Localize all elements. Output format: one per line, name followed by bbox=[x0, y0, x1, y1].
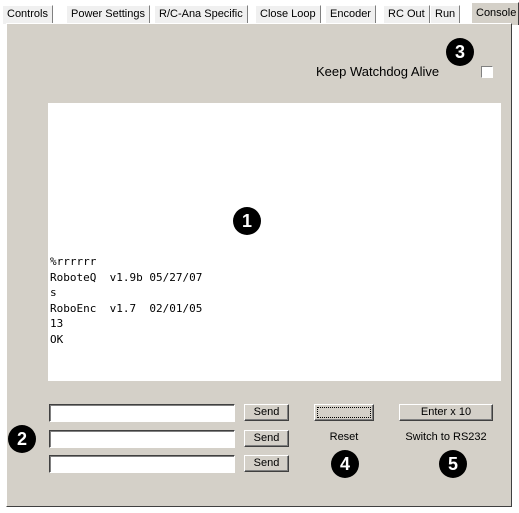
callout-5: 5 bbox=[439, 450, 467, 478]
callout-2: 2 bbox=[8, 425, 36, 453]
tab-power-settings[interactable]: Power Settings bbox=[66, 5, 150, 24]
keep-watchdog-alive-checkbox[interactable] bbox=[481, 66, 493, 78]
keep-watchdog-alive-label: Keep Watchdog Alive bbox=[316, 64, 440, 79]
console-panel: Keep Watchdog Alive %rrrrrr RoboteQ v1.9… bbox=[6, 23, 512, 507]
console-output[interactable]: %rrrrrr RoboteQ v1.9b 05/27/07 s RoboEnc… bbox=[48, 103, 501, 381]
tab-controls[interactable]: Controls bbox=[2, 5, 53, 24]
switch-to-rs232-label: Switch to RS232 bbox=[405, 431, 487, 443]
callout-1: 1 bbox=[233, 207, 261, 235]
command-input-2[interactable] bbox=[49, 430, 235, 448]
command-input-3[interactable] bbox=[49, 455, 235, 473]
enter-x10-button[interactable]: Enter x 10 bbox=[399, 404, 493, 421]
callout-3: 3 bbox=[446, 38, 474, 66]
command-input-1[interactable] bbox=[49, 404, 235, 422]
callout-4: 4 bbox=[331, 450, 359, 478]
reset-label: Reset bbox=[329, 431, 359, 443]
send-button-1[interactable]: Send bbox=[244, 404, 289, 421]
console-text: %rrrrrr RoboteQ v1.9b 05/27/07 s RoboEnc… bbox=[50, 255, 203, 346]
reset-button[interactable] bbox=[314, 404, 374, 421]
tab-encoder[interactable]: Encoder bbox=[325, 5, 376, 24]
tab-close-loop[interactable]: Close Loop bbox=[255, 5, 321, 24]
tab-console[interactable]: Console bbox=[471, 2, 519, 25]
tab-run[interactable]: Run bbox=[430, 5, 461, 24]
send-button-2[interactable]: Send bbox=[244, 430, 289, 447]
tab-rc-out[interactable]: RC Out bbox=[383, 5, 430, 24]
tab-strip: Controls Power Settings R/C-Ana Specific… bbox=[0, 0, 519, 25]
send-button-3[interactable]: Send bbox=[244, 455, 289, 472]
tab-rc-ana-specific[interactable]: R/C-Ana Specific bbox=[154, 5, 248, 24]
